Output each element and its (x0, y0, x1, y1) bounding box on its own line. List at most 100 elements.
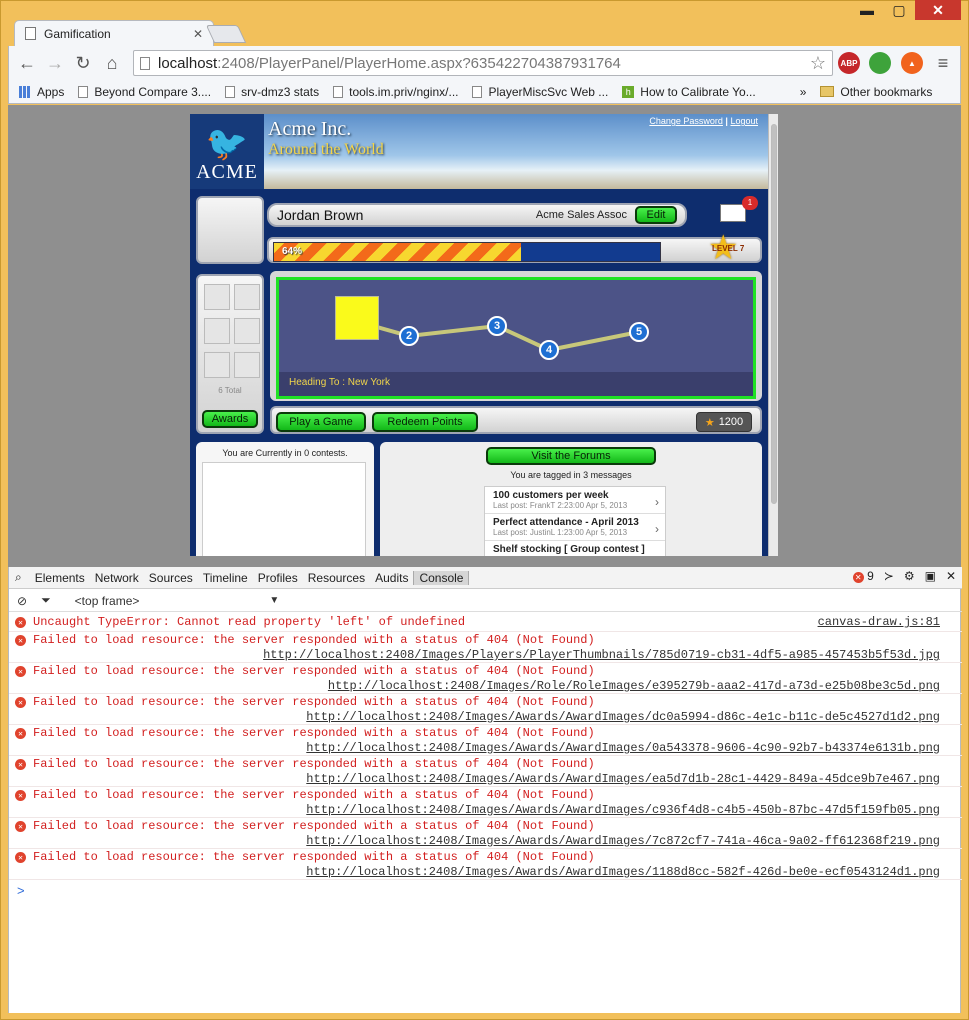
frame-selector[interactable]: <top frame> (75, 594, 140, 608)
bookmark-apps[interactable]: Apps (19, 85, 64, 99)
tab-audits[interactable]: Audits (370, 571, 413, 585)
awards-button[interactable]: Awards (202, 410, 258, 428)
other-bookmarks[interactable]: Other bookmarks (820, 85, 932, 99)
log-source-link[interactable]: http://localhost:2408/Images/Awards/Awar… (306, 865, 940, 879)
bookmark-star-icon[interactable]: ☆ (810, 53, 826, 74)
console-log-row: ✕ Uncaught TypeError: Cannot read proper… (9, 614, 962, 632)
tab-title: Gamification (44, 26, 111, 41)
back-icon[interactable]: ← (15, 52, 39, 74)
company-name: Acme Inc. (268, 118, 352, 140)
log-source-link[interactable]: http://localhost:2408/Images/Awards/Awar… (306, 772, 940, 786)
tab-sources[interactable]: Sources (144, 571, 198, 585)
menu-icon[interactable]: ≡ (931, 52, 955, 74)
map-node[interactable]: 2 (399, 326, 419, 346)
filter-icon[interactable]: ⏷ (41, 593, 51, 608)
map-node[interactable]: 4 (539, 340, 559, 360)
player-namebar: Jordan Brown Acme Sales Assoc Edit (267, 203, 687, 227)
maximize-button[interactable]: ▢ (883, 0, 915, 20)
tab-network[interactable]: Network (90, 571, 144, 585)
contests-panel: You are Currently in 0 contests. (196, 442, 374, 556)
bookmark-beyond-compare[interactable]: Beyond Compare 3.... (78, 85, 211, 99)
award-thumbnail[interactable] (204, 284, 230, 310)
play-game-button[interactable]: Play a Game (276, 412, 366, 432)
log-source-link[interactable]: http://localhost:2408/Images/Awards/Awar… (306, 741, 940, 755)
visit-forums-button[interactable]: Visit the Forums (486, 447, 656, 465)
console-log-row: ✕ Failed to load resource: the server re… (9, 663, 962, 694)
bookmark-calibrate[interactable]: h How to Calibrate Yo... (622, 85, 756, 99)
forum-list: 100 customers per week Last post: FrankT… (484, 486, 666, 556)
award-thumbnail[interactable] (204, 318, 230, 344)
clear-console-icon[interactable]: ⊘ (17, 594, 27, 608)
address-bar[interactable]: localhost:2408/PlayerPanel/PlayerHome.as… (133, 50, 833, 76)
page-icon (333, 85, 344, 98)
forum-item[interactable]: Perfect attendance - April 2013 Last pos… (485, 514, 665, 541)
log-source-link[interactable]: http://localhost:2408/Images/Awards/Awar… (306, 710, 940, 724)
inspect-search-icon[interactable]: ⌕ (15, 570, 22, 585)
tab-profiles[interactable]: Profiles (253, 571, 303, 585)
fire-icon[interactable]: ▲ (901, 52, 923, 74)
error-icon: ✕ (15, 790, 26, 801)
edit-button[interactable]: Edit (635, 206, 677, 224)
error-icon: ✕ (15, 852, 26, 863)
console-drawer-icon[interactable]: ≻ (884, 569, 894, 583)
mail-count-badge: 1 (742, 196, 758, 210)
map-node[interactable]: 5 (629, 322, 649, 342)
contests-list (202, 462, 366, 556)
award-thumbnail[interactable] (204, 352, 230, 378)
change-password-link[interactable]: Change Password (649, 116, 723, 126)
bookmark-srv-dmz3[interactable]: srv-dmz3 stats (225, 85, 319, 99)
bookmark-playermiscsvc[interactable]: PlayerMiscSvc Web ... (472, 85, 608, 99)
close-devtools-icon[interactable]: ✕ (946, 569, 956, 583)
console-log-row: ✕ Failed to load resource: the server re… (9, 632, 962, 663)
chevron-right-icon: › (655, 495, 659, 509)
award-thumbnail[interactable] (234, 352, 260, 378)
minimize-button[interactable]: ▬ (851, 0, 883, 20)
roadrunner-icon: 🐦 (205, 125, 249, 163)
devtools-controls: ✕ 9 ≻ ⚙ ▣ ✕ (852, 569, 956, 583)
console-log-row: ✕ Failed to load resource: the server re… (9, 818, 962, 849)
bookmarks-overflow[interactable]: » (800, 85, 807, 99)
home-icon[interactable]: ⌂ (100, 52, 124, 74)
gear-icon[interactable]: ⚙ (904, 569, 915, 583)
close-tab-icon[interactable]: ✕ (193, 27, 203, 41)
company-tagline: Around the World (268, 141, 384, 158)
error-icon: ✕ (15, 666, 26, 677)
log-source-link[interactable]: http://localhost:2408/Images/Awards/Awar… (306, 834, 940, 848)
console-log-row: ✕ Failed to load resource: the server re… (9, 787, 962, 818)
console-prompt[interactable]: > (17, 883, 25, 898)
page-scrollbar[interactable] (768, 114, 778, 556)
bookmarks-bar: Apps Beyond Compare 3.... srv-dmz3 stats… (8, 80, 961, 104)
forum-item[interactable]: Shelf stocking [ Group contest ] (485, 541, 665, 556)
adblock-icon[interactable]: ABP (838, 52, 860, 74)
player-name: Jordan Brown (277, 207, 364, 223)
award-thumbnail[interactable] (234, 318, 260, 344)
console-toolbar: ⊘ ⏷ <top frame> ▼ (9, 590, 962, 612)
tab-console[interactable]: Console (413, 570, 470, 585)
log-source-link[interactable]: http://localhost:2408/Images/Awards/Awar… (306, 803, 940, 817)
close-window-button[interactable]: ✕ (915, 0, 961, 20)
map-node[interactable]: 3 (487, 316, 507, 336)
log-source-link[interactable]: canvas-draw.js:81 (818, 615, 940, 629)
forum-item[interactable]: 100 customers per week Last post: FrankT… (485, 487, 665, 514)
error-counter[interactable]: ✕ 9 (852, 569, 874, 583)
redeem-points-button[interactable]: Redeem Points (372, 412, 478, 432)
tab-elements[interactable]: Elements (30, 571, 90, 585)
console-log-row: ✕ Failed to load resource: the server re… (9, 725, 962, 756)
reload-icon[interactable]: ↻ (71, 52, 95, 74)
chevron-down-icon[interactable]: ▼ (269, 595, 279, 606)
site-banner: 🐦 ACME Acme Inc. Around the World Change… (190, 114, 768, 189)
logout-link[interactable]: Logout (730, 116, 758, 126)
bookmark-tools-nginx[interactable]: tools.im.priv/nginx/... (333, 85, 458, 99)
award-thumbnail[interactable] (234, 284, 260, 310)
dock-icon[interactable]: ▣ (925, 569, 936, 583)
forward-icon[interactable]: → (43, 52, 67, 74)
scrollbar-thumb[interactable] (771, 124, 777, 504)
tab-resources[interactable]: Resources (303, 571, 370, 585)
tab-timeline[interactable]: Timeline (198, 571, 253, 585)
log-source-link[interactable]: http://localhost:2408/Images/Players/Pla… (263, 648, 940, 662)
log-source-link[interactable]: http://localhost:2408/Images/Role/RoleIm… (328, 679, 940, 693)
page-viewport: 🐦 ACME Acme Inc. Around the World Change… (8, 105, 961, 567)
heading-to-label: Heading To : New York (289, 377, 390, 388)
evernote-icon[interactable] (869, 52, 891, 74)
browser-tab[interactable]: Gamification ✕ (14, 20, 214, 46)
